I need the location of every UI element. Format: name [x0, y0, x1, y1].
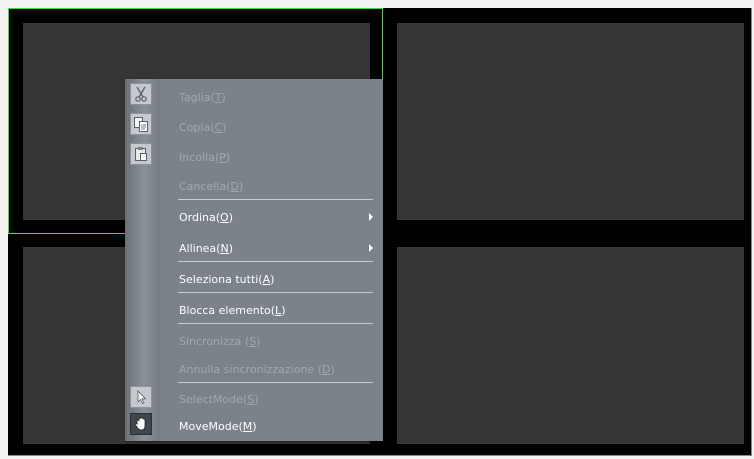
menu-item-cancel-sync-label: Annulla sincronizzazione (D) — [179, 363, 335, 376]
menu-item-sync-label: Sincronizza (S) — [179, 335, 261, 348]
menu-item-paste[interactable]: Incolla(P) — [125, 143, 383, 173]
menu-separator — [178, 261, 373, 262]
menu-separator — [178, 292, 373, 293]
submenu-arrow-icon — [369, 213, 373, 221]
menu-item-lock-element[interactable]: Blocca elemento(L) — [125, 296, 383, 326]
menu-item-select-all-label: Seleziona tutti(A) — [179, 273, 275, 286]
menu-item-order[interactable]: Ordina(O) — [125, 203, 383, 233]
window-root: Taglia(T) Copia(C) Incolla(P) Cancella(D… — [0, 0, 754, 459]
menu-separator — [178, 199, 373, 200]
menu-item-move-mode-label: MoveMode(M) — [179, 420, 257, 433]
menu-item-move-mode[interactable]: MoveMode(M) — [125, 412, 383, 442]
menu-item-copy-label: Copia(C) — [179, 121, 227, 134]
video-pane-2[interactable] — [397, 23, 744, 220]
context-menu: Taglia(T) Copia(C) Incolla(P) Cancella(D… — [125, 79, 383, 441]
video-pane-4[interactable] — [397, 247, 744, 444]
menu-item-lock-element-label: Blocca elemento(L) — [179, 304, 286, 317]
menu-item-paste-label: Incolla(P) — [179, 151, 231, 164]
menu-item-cut[interactable]: Taglia(T) — [125, 83, 383, 113]
menu-item-delete-label: Cancella(D) — [179, 180, 244, 193]
submenu-arrow-icon — [369, 244, 373, 252]
menu-item-cancel-sync[interactable]: Annulla sincronizzazione (D) — [125, 355, 383, 385]
menu-item-align-label: Allinea(N) — [179, 242, 233, 255]
menu-item-copy[interactable]: Copia(C) — [125, 113, 383, 143]
menu-separator — [178, 382, 373, 383]
menu-item-sync[interactable]: Sincronizza (S) — [125, 327, 383, 357]
menu-item-delete[interactable]: Cancella(D) — [125, 172, 383, 202]
menu-item-select-all[interactable]: Seleziona tutti(A) — [125, 265, 383, 295]
menu-item-select-mode-label: SelectMode(S) — [179, 393, 259, 406]
menu-item-order-label: Ordina(O) — [179, 211, 233, 224]
menu-item-select-mode[interactable]: SelectMode(S) — [125, 385, 383, 415]
menu-item-cut-label: Taglia(T) — [179, 91, 226, 104]
menu-separator — [178, 323, 373, 324]
menu-item-align[interactable]: Allinea(N) — [125, 234, 383, 264]
